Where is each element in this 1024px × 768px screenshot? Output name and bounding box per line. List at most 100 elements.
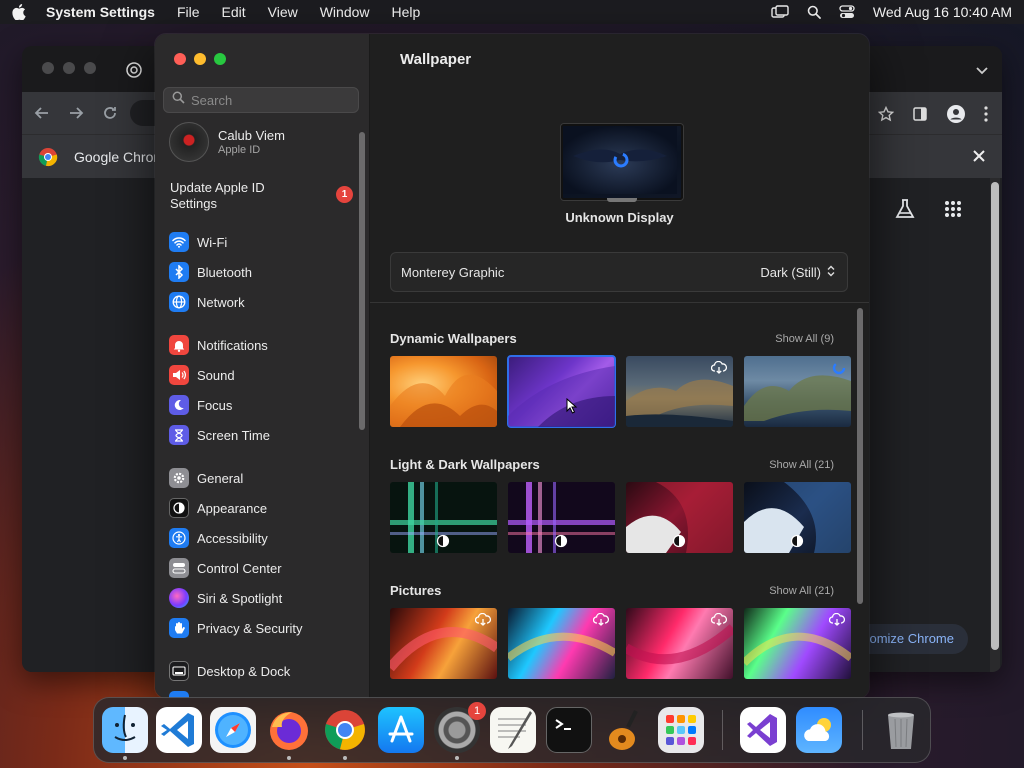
apple-menu-icon[interactable] — [12, 4, 28, 20]
dock-weather-icon[interactable] — [796, 707, 842, 753]
chrome-scroll-thumb[interactable] — [991, 182, 999, 650]
control-center-icon[interactable] — [839, 5, 855, 19]
zoom-window-button[interactable] — [214, 53, 226, 65]
screen-mirroring-icon[interactable] — [771, 5, 789, 19]
dock-finder-icon[interactable] — [102, 707, 148, 753]
menu-window[interactable]: Window — [320, 4, 370, 20]
sidebar-item-general[interactable]: General — [169, 463, 302, 493]
sidebar-item-label: Focus — [197, 397, 233, 413]
accessibility-icon — [169, 528, 189, 548]
sidebar-item-bluetooth[interactable]: Bluetooth — [169, 257, 252, 287]
dock-textedit-icon[interactable] — [490, 707, 536, 753]
wallpaper-thumb-picture-2[interactable] — [508, 608, 615, 679]
download-cloud-icon[interactable] — [592, 612, 609, 631]
wallpaper-thumb-picture-4[interactable] — [744, 608, 851, 679]
profile-name: Calub Viem — [218, 128, 285, 143]
wallpaper-pane: Wallpaper Unknown Display Monterey Graph… — [370, 34, 869, 698]
wallpaper-thumb-ventura[interactable] — [390, 356, 497, 427]
google-apps-grid-icon[interactable] — [944, 200, 962, 223]
sidebar-item-network[interactable]: Network — [169, 287, 252, 317]
sidebar-item-privacy-security[interactable]: Privacy & Security — [169, 613, 302, 643]
sidebar-item-desktop-dock[interactable]: Desktop & Dock — [169, 656, 290, 686]
sidebar-item-screen-time[interactable]: Screen Time — [169, 420, 270, 450]
light-dark-toggle-icon — [554, 534, 568, 553]
sidebar-item-siri-spotlight[interactable]: Siri & Spotlight — [169, 583, 302, 613]
forward-arrow-icon[interactable] — [68, 105, 84, 126]
menu-help[interactable]: Help — [392, 4, 421, 20]
wallpaper-thumb-red-waves[interactable] — [626, 482, 733, 553]
download-cloud-icon[interactable] — [710, 612, 727, 631]
dock-trash-icon[interactable] — [878, 707, 924, 753]
menu-file[interactable]: File — [177, 4, 200, 20]
dock-separator — [722, 710, 723, 750]
sidebar-item-sound[interactable]: Sound — [169, 360, 270, 390]
pictures-grid — [390, 608, 851, 679]
show-all-light-dark-button[interactable]: Show All (21) — [769, 459, 834, 471]
chrome-menu-kebab-icon[interactable] — [984, 106, 988, 127]
sidebar-item-label: Control Center — [197, 560, 282, 576]
search-input[interactable] — [191, 92, 351, 108]
dock-chrome-icon[interactable] — [322, 707, 368, 753]
show-all-pictures-button[interactable]: Show All (21) — [769, 585, 834, 597]
sidebar-item-accessibility[interactable]: Accessibility — [169, 523, 302, 553]
wallpaper-thumb-picture-1[interactable] — [390, 608, 497, 679]
chrome-close-button[interactable] — [42, 62, 54, 74]
wallpaper-thumb-big-sur-coast[interactable] — [626, 356, 733, 427]
dock-running-indicator — [287, 756, 291, 760]
profile-icon[interactable] — [946, 104, 966, 129]
reload-icon[interactable] — [102, 105, 118, 126]
sidebar-item-wifi[interactable]: Wi-Fi — [169, 227, 252, 257]
sidebar-group-notifications: Notifications Sound Focus Screen Time — [169, 330, 270, 450]
wallpaper-thumb-mac-green[interactable] — [390, 482, 497, 553]
dock-garageband-icon[interactable] — [602, 707, 648, 753]
dock-safari-icon[interactable] — [210, 707, 256, 753]
labs-flask-icon[interactable] — [894, 198, 916, 225]
main-scrollbar[interactable] — [857, 308, 863, 604]
wallpaper-thumb-blue-waves[interactable] — [744, 482, 851, 553]
sidebar-search[interactable] — [163, 87, 359, 113]
wallpaper-thumb-mac-purple[interactable] — [508, 482, 615, 553]
download-cloud-icon[interactable] — [828, 612, 845, 631]
dock-launchpad-icon[interactable] — [658, 707, 704, 753]
wallpaper-thumb-monterey-selected[interactable] — [507, 355, 616, 428]
info-bar-close-icon[interactable] — [972, 149, 986, 168]
menu-edit[interactable]: Edit — [222, 4, 246, 20]
tab-search-chevron-icon[interactable] — [976, 62, 988, 80]
wallpaper-thumb-picture-3[interactable] — [626, 608, 733, 679]
show-all-dynamic-button[interactable]: Show All (9) — [775, 333, 834, 345]
appearance-mode-popup[interactable]: Dark (Still) — [760, 265, 835, 280]
spotlight-search-icon[interactable] — [807, 5, 821, 19]
menu-app-name[interactable]: System Settings — [46, 4, 155, 20]
wallpaper-thumb-catalina[interactable] — [744, 356, 851, 427]
dock-app-store-icon[interactable] — [378, 707, 424, 753]
close-window-button[interactable] — [174, 53, 186, 65]
avatar — [169, 122, 209, 162]
dock-firefox-icon[interactable] — [266, 707, 312, 753]
minimize-window-button[interactable] — [194, 53, 206, 65]
bookmark-star-icon[interactable] — [877, 105, 895, 127]
back-arrow-icon[interactable] — [34, 105, 50, 126]
dock-vscode-icon[interactable] — [156, 707, 202, 753]
sidebar-item-focus[interactable]: Focus — [169, 390, 270, 420]
sidebar-item-notifications[interactable]: Notifications — [169, 330, 270, 360]
sidebar-scrollbar[interactable] — [359, 132, 365, 430]
chrome-minimize-button[interactable] — [63, 62, 75, 74]
window-controls — [174, 53, 226, 65]
download-cloud-icon[interactable] — [710, 360, 727, 379]
siri-icon — [169, 588, 189, 608]
dock-visual-studio-icon[interactable] — [740, 707, 786, 753]
download-cloud-icon[interactable] — [474, 612, 491, 631]
update-apple-id-item[interactable]: Update Apple ID Settings 1 — [170, 180, 360, 212]
menu-view[interactable]: View — [268, 4, 298, 20]
dock-terminal-icon[interactable] — [546, 707, 592, 753]
sidebar-item-control-center[interactable]: Control Center — [169, 553, 302, 583]
update-badge: 1 — [336, 186, 353, 203]
wallpaper-name: Monterey Graphic — [401, 264, 505, 280]
sidebar-group-network: Wi-Fi Bluetooth Network — [169, 227, 252, 317]
apple-id-profile[interactable]: Calub Viem Apple ID — [169, 122, 285, 162]
chrome-tab-favicon-icon[interactable] — [126, 62, 142, 83]
chrome-zoom-button[interactable] — [84, 62, 96, 74]
menu-clock[interactable]: Wed Aug 16 10:40 AM — [873, 4, 1012, 20]
side-panel-icon[interactable] — [912, 106, 928, 127]
sidebar-item-appearance[interactable]: Appearance — [169, 493, 302, 523]
